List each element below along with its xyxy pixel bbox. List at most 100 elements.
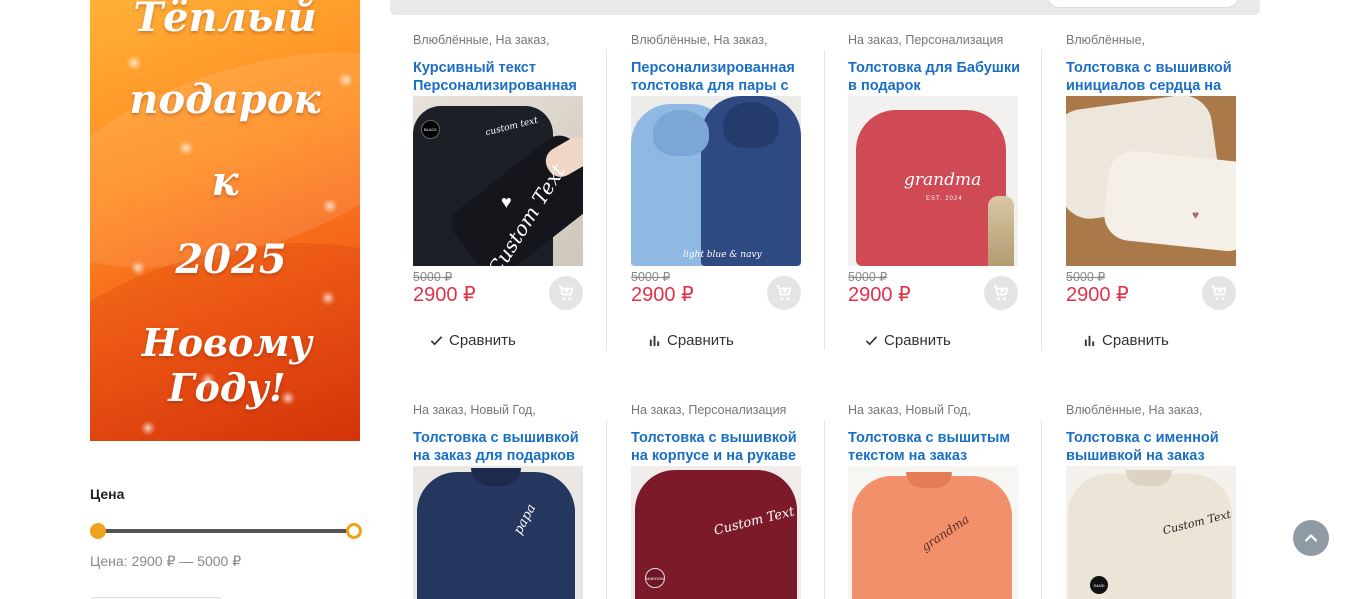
category-link[interactable]: На заказ	[631, 403, 681, 417]
category-link[interactable]: На заказ	[714, 33, 764, 47]
check-icon	[430, 334, 443, 347]
product-card[interactable]: Влюблённые, Толстовка с вышивкой инициал…	[1043, 33, 1236, 373]
snowflake-dot	[320, 290, 336, 306]
snowflake-dot	[140, 420, 156, 436]
check-icon	[865, 334, 878, 347]
bar-chart-icon	[648, 334, 661, 347]
hood-shape	[653, 110, 709, 156]
add-to-cart-icon[interactable]	[549, 276, 583, 310]
sale-price: 2900 ₽	[413, 284, 476, 306]
category-link[interactable]: Новый Год	[905, 403, 967, 417]
compare-button[interactable]: Сравнить	[1083, 332, 1169, 349]
product-title[interactable]: Толстовка с именной вышивкой на заказ	[1066, 429, 1241, 467]
add-to-cart-icon[interactable]	[1202, 276, 1236, 310]
embroidery-text: grandma	[904, 170, 982, 190]
add-to-cart-icon[interactable]	[767, 276, 801, 310]
product-image[interactable]: Custom Text MAROON	[631, 466, 801, 599]
embroidery-text: EST. 2024	[926, 196, 963, 202]
compare-button[interactable]: Сравнить	[865, 332, 951, 349]
product-image[interactable]: ♥	[1066, 96, 1236, 266]
color-badge: BLACK	[421, 120, 440, 139]
price-filter-title: Цена	[90, 486, 125, 502]
sort-select[interactable]	[1046, 0, 1240, 8]
compare-label: Сравнить	[1102, 332, 1169, 349]
column-divider	[1041, 420, 1042, 599]
product-card[interactable]: На заказ, Новый Год, Толстовка с вышивко…	[390, 403, 583, 599]
product-card[interactable]: На заказ, Новый Год, Толстовка с вышитым…	[825, 403, 1018, 599]
product-categories[interactable]: Влюблённые, На заказ,	[1066, 403, 1256, 417]
column-divider	[606, 50, 607, 350]
price-slider-track[interactable]	[97, 529, 355, 533]
product-image[interactable]: Custom Text SAND	[1066, 466, 1236, 599]
banner-line: 2025	[175, 236, 287, 283]
heart-icon: ♥	[1192, 208, 1200, 222]
product-card[interactable]: На заказ, Персонализация Толстовка с выш…	[608, 403, 801, 599]
product-title[interactable]: Толстовка с вышивкой на заказ для подарк…	[413, 429, 588, 467]
product-card[interactable]: На заказ, Персонализация Толстовка для Б…	[825, 33, 1020, 373]
product-categories[interactable]: Влюблённые, На заказ,	[413, 33, 603, 47]
product-card[interactable]: Влюблённые, На заказ, Толстовка с именно…	[1043, 403, 1236, 599]
compare-button[interactable]: Сравнить	[430, 332, 516, 349]
product-image[interactable]: grandma EST. 2024	[848, 96, 1018, 266]
product-title[interactable]: Персонализированная толстовка для пары с	[631, 59, 806, 97]
hood-shape	[723, 102, 779, 148]
product-title[interactable]: Толстовка с вышивкой инициалов сердца на	[1066, 59, 1241, 97]
add-to-cart-icon[interactable]	[984, 276, 1018, 310]
product-card[interactable]: Влюблённые, На заказ, Курсивный текст Пе…	[390, 33, 583, 373]
category-link[interactable]: На заказ	[496, 33, 546, 47]
product-title[interactable]: Толстовка с вышитым текстом на заказ	[848, 429, 1023, 467]
category-link[interactable]: Влюблённые	[1066, 33, 1142, 47]
price-slider-min-handle[interactable]	[90, 523, 106, 539]
column-divider	[606, 420, 607, 599]
compare-label: Сравнить	[884, 332, 951, 349]
product-image[interactable]: papa	[413, 466, 583, 599]
category-link[interactable]: На заказ	[848, 403, 898, 417]
product-title[interactable]: Толстовка для Бабушки в подарок	[848, 59, 1023, 97]
category-link[interactable]: На заказ	[848, 33, 898, 47]
category-link[interactable]: Влюблённые	[631, 33, 707, 47]
product-image[interactable]: BLACK custom text Custom Text ♥	[413, 96, 583, 266]
product-categories[interactable]: На заказ, Персонализация	[848, 33, 1038, 47]
product-categories[interactable]: На заказ, Персонализация	[631, 403, 821, 417]
sale-price: 2900 ₽	[848, 284, 911, 306]
snowflake-dot	[178, 140, 194, 156]
sweatshirt-shape	[417, 472, 575, 599]
product-categories[interactable]: Влюблённые, На заказ,	[631, 33, 821, 47]
chevron-up-icon	[1304, 534, 1318, 542]
bar-chart-icon	[1083, 334, 1096, 347]
price-slider-max-handle[interactable]	[346, 523, 362, 539]
sweatshirt-shape	[1101, 148, 1236, 254]
sale-price: 2900 ₽	[1066, 284, 1129, 306]
product-image[interactable]: grandma	[848, 466, 1018, 599]
product-categories[interactable]: На заказ, Новый Год,	[413, 403, 603, 417]
compare-label: Сравнить	[449, 332, 516, 349]
product-card[interactable]: Влюблённые, На заказ, Персонализированна…	[608, 33, 801, 373]
banner-line: Новому Году!	[141, 320, 313, 410]
category-link[interactable]: Влюблённые	[1066, 403, 1142, 417]
price-range-label: Цена: 2900 ₽ — 5000 ₽	[90, 553, 242, 569]
banner-line: к	[211, 158, 239, 205]
color-badge: SAND	[1090, 576, 1108, 594]
back-to-top-button[interactable]	[1293, 520, 1329, 556]
product-categories[interactable]: На заказ, Новый Год,	[848, 403, 1038, 417]
category-link[interactable]: Влюблённые	[413, 33, 489, 47]
product-title[interactable]: Толстовка с вышивкой на корпусе и на рук…	[631, 429, 806, 467]
sale-price: 2900 ₽	[631, 284, 694, 306]
category-link[interactable]: На заказ	[1149, 403, 1199, 417]
compare-button[interactable]: Сравнить	[648, 332, 734, 349]
banner-line: подарок	[129, 76, 321, 123]
category-link[interactable]: Персонализация	[905, 33, 1003, 47]
heart-icon: ♥	[501, 192, 512, 212]
image-caption: light blue & navy	[683, 250, 762, 260]
dried-grass	[988, 196, 1014, 266]
category-link[interactable]: Новый Год	[470, 403, 532, 417]
product-categories[interactable]: Влюблённые,	[1066, 33, 1256, 47]
promo-banner[interactable]: Тёплый подарок к 2025 Новому Году!	[90, 0, 360, 441]
category-link[interactable]: Персонализация	[688, 403, 786, 417]
category-link[interactable]: На заказ	[413, 403, 463, 417]
banner-line: Тёплый	[133, 0, 317, 41]
product-image[interactable]: light blue & navy	[631, 96, 801, 266]
column-divider	[1041, 50, 1042, 350]
product-title[interactable]: Курсивный текст Персонализированная	[413, 59, 588, 97]
snowflake-dot	[126, 55, 142, 71]
